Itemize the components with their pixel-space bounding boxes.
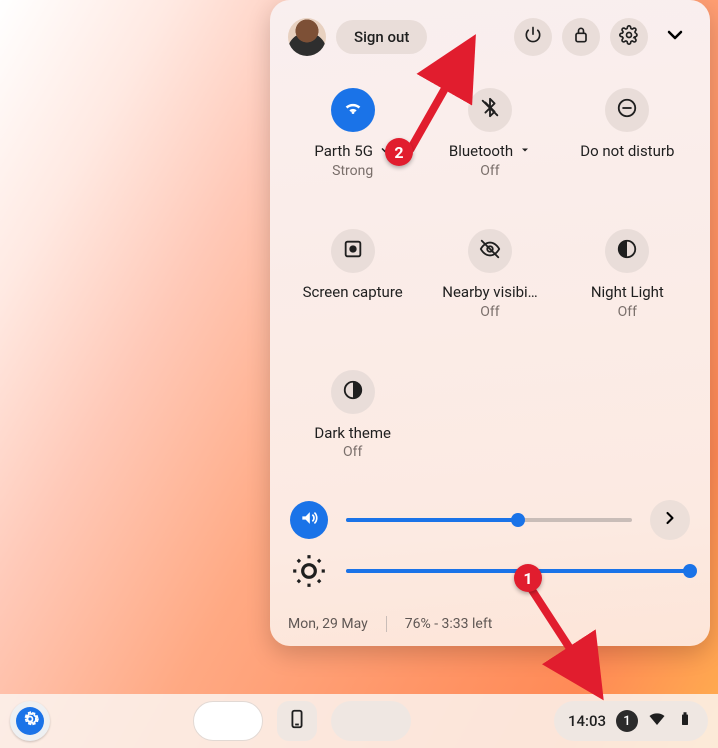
panel-top-row: Sign out: [288, 18, 692, 56]
annotation-step-1: 1: [514, 564, 542, 592]
shelf-app-2[interactable]: [277, 701, 317, 741]
brightness-row: [288, 546, 692, 596]
volume-row: [288, 494, 692, 546]
clock: 14:03: [568, 712, 606, 730]
bluetooth-label: Bluetooth: [449, 142, 531, 161]
dnd-icon: [616, 97, 638, 123]
night-light-label: Night Light: [591, 283, 664, 302]
gear-icon: [619, 25, 639, 49]
dnd-toggle[interactable]: [605, 88, 649, 132]
night-light-icon: [616, 238, 638, 264]
dark-theme-label: Dark theme: [314, 424, 391, 443]
nearby-sub: Off: [480, 304, 499, 320]
lock-button[interactable]: [562, 18, 600, 56]
wifi-sub: Strong: [332, 163, 373, 179]
chevron-right-icon: [660, 508, 680, 532]
shelf: 14:03 1: [0, 694, 718, 748]
volume-button[interactable]: [290, 501, 328, 539]
annotation-step-2: 2: [385, 138, 413, 166]
bluetooth-off-icon: [479, 97, 501, 123]
dark-theme-icon: [342, 379, 364, 405]
visibility-off-icon: [479, 238, 501, 264]
sign-out-button[interactable]: Sign out: [336, 20, 427, 54]
footer-battery: 76% - 3:33 left: [405, 616, 493, 632]
quick-tiles-grid: Parth 5G Strong Bluetooth Off: [288, 82, 692, 470]
night-light-sub: Off: [618, 304, 637, 320]
night-light-toggle[interactable]: [605, 229, 649, 273]
bluetooth-tile: Bluetooth Off: [425, 82, 554, 189]
chevron-down-icon: [663, 23, 687, 51]
launcher-button[interactable]: [10, 701, 50, 741]
settings-button[interactable]: [610, 18, 648, 56]
phone-icon: [286, 708, 308, 734]
dark-theme-sub: Off: [343, 444, 362, 460]
notification-badge: 1: [616, 710, 638, 732]
volume-slider[interactable]: [346, 508, 632, 532]
settings-gear-icon: [20, 709, 40, 733]
caret-down-icon[interactable]: [519, 142, 531, 161]
wifi-status-icon: [648, 710, 666, 732]
nearby-label: Nearby visibi…: [442, 283, 537, 302]
footer-date: Mon, 29 May: [288, 616, 368, 632]
dark-theme-toggle[interactable]: [331, 370, 375, 414]
separator: [386, 616, 387, 632]
bluetooth-toggle[interactable]: [468, 88, 512, 132]
nearby-tile: Nearby visibi… Off: [425, 223, 554, 330]
power-button[interactable]: [514, 18, 552, 56]
capture-button[interactable]: [331, 229, 375, 273]
battery-status-icon: [676, 710, 694, 732]
dnd-label: Do not disturb: [580, 142, 674, 161]
avatar[interactable]: [288, 18, 326, 56]
night-light-tile: Night Light Off: [563, 223, 692, 330]
capture-tile: Screen capture: [288, 223, 417, 330]
shelf-app-3[interactable]: [331, 701, 411, 741]
nearby-toggle[interactable]: [468, 229, 512, 273]
audio-settings-button[interactable]: [650, 500, 690, 540]
panel-footer: Mon, 29 May 76% - 3:33 left: [288, 616, 692, 632]
volume-icon: [299, 508, 319, 532]
screen-capture-icon: [342, 238, 364, 264]
dnd-tile: Do not disturb: [563, 82, 692, 189]
wifi-toggle[interactable]: [331, 88, 375, 132]
lock-icon: [571, 25, 591, 49]
wifi-label: Parth 5G: [314, 142, 391, 161]
brightness-icon: [290, 552, 328, 590]
shelf-app-1[interactable]: [193, 701, 263, 741]
dark-theme-tile: Dark theme Off: [288, 364, 417, 471]
wifi-icon: [342, 97, 364, 123]
power-icon: [523, 25, 543, 49]
bluetooth-sub: Off: [480, 163, 499, 179]
sliders: [288, 494, 692, 596]
status-tray[interactable]: 14:03 1: [554, 701, 708, 741]
quick-settings-panel: Sign out: [270, 0, 710, 646]
wifi-tile: Parth 5G Strong: [288, 82, 417, 189]
capture-label: Screen capture: [303, 283, 403, 302]
collapse-button[interactable]: [658, 20, 692, 54]
